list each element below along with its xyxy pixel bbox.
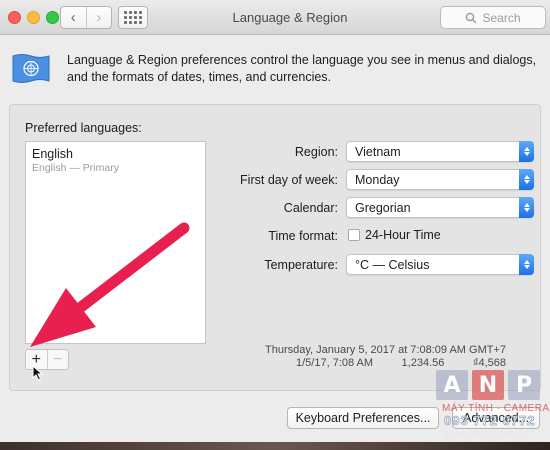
time-format-label: Time format: [268,229,338,243]
region-value: Vietnam [355,145,401,159]
watermark-url: WWW.ANP.COM.VN [444,430,528,440]
region-label: Region: [294,145,338,159]
forward-button[interactable]: › [85,7,112,28]
anp-watermark: A N P MÁY TÍNH - CAMERA 093 772 0772 WWW… [436,370,549,442]
calendar-label: Calendar: [283,201,338,215]
close-window-button[interactable] [8,11,21,24]
language-subtitle: English — Primary [32,162,119,174]
window-title: Language & Region [232,10,348,25]
short-date-sample: 1/5/17, 7:08 AM [296,357,374,369]
number-sample: 1,234.56 [401,357,445,369]
navigation-buttons: ‹ › [60,6,112,29]
language-name: English [32,147,73,161]
search-field[interactable]: Search [440,6,546,29]
temperature-value: °C — Celsius [355,258,430,272]
watermark-letters: A N P [436,370,540,400]
watermark-letter: P [508,370,540,400]
desktop-background [0,442,550,450]
calendar-popup[interactable]: Gregorian [346,197,534,218]
zoom-window-button[interactable] [46,11,59,24]
title-bar: ‹ › Language & Region Search [0,0,550,35]
pane-description: Language & Region preferences control th… [67,53,537,84]
temperature-popup[interactable]: °C — Celsius [346,254,534,275]
minimize-window-button[interactable] [27,11,40,24]
un-flag-icon [12,54,50,83]
remove-language-button[interactable]: − [46,350,69,369]
search-icon [466,12,478,24]
preferred-languages-label: Preferred languages: [25,121,142,135]
show-all-button[interactable] [118,6,148,29]
first-day-popup[interactable]: Monday [346,169,534,190]
search-placeholder: Search [482,10,521,25]
watermark-phone: 093 772 0772 [444,413,536,429]
grid-icon [124,11,142,24]
date-format-sample: Thursday, January 5, 2017 at 7:08:09 AM … [264,344,506,356]
popup-arrows-icon [519,141,534,162]
back-button[interactable]: ‹ [61,7,86,28]
first-day-value: Monday [355,173,400,187]
number-format-sample: 1/5/17, 7:08 AM 1,234.56 ₫4,568 [296,357,506,369]
24-hour-time-label[interactable]: 24-Hour Time [365,228,441,242]
currency-sample: ₫4,568 [472,357,506,369]
preferred-languages-list[interactable]: English English — Primary [25,141,206,344]
calendar-value: Gregorian [355,201,411,215]
region-popup[interactable]: Vietnam [346,141,534,162]
24-hour-time-checkbox[interactable] [348,229,360,241]
keyboard-preferences-button[interactable]: Keyboard Preferences... [287,407,439,429]
mouse-pointer-icon [32,365,44,381]
popup-arrows-icon [519,197,534,218]
popup-arrows-icon [519,254,534,275]
popup-arrows-icon [519,169,534,190]
first-day-label: First day of week: [240,173,338,187]
watermark-letter: N [472,370,504,400]
temperature-label: Temperature: [264,258,338,272]
watermark-letter: A [436,370,468,400]
